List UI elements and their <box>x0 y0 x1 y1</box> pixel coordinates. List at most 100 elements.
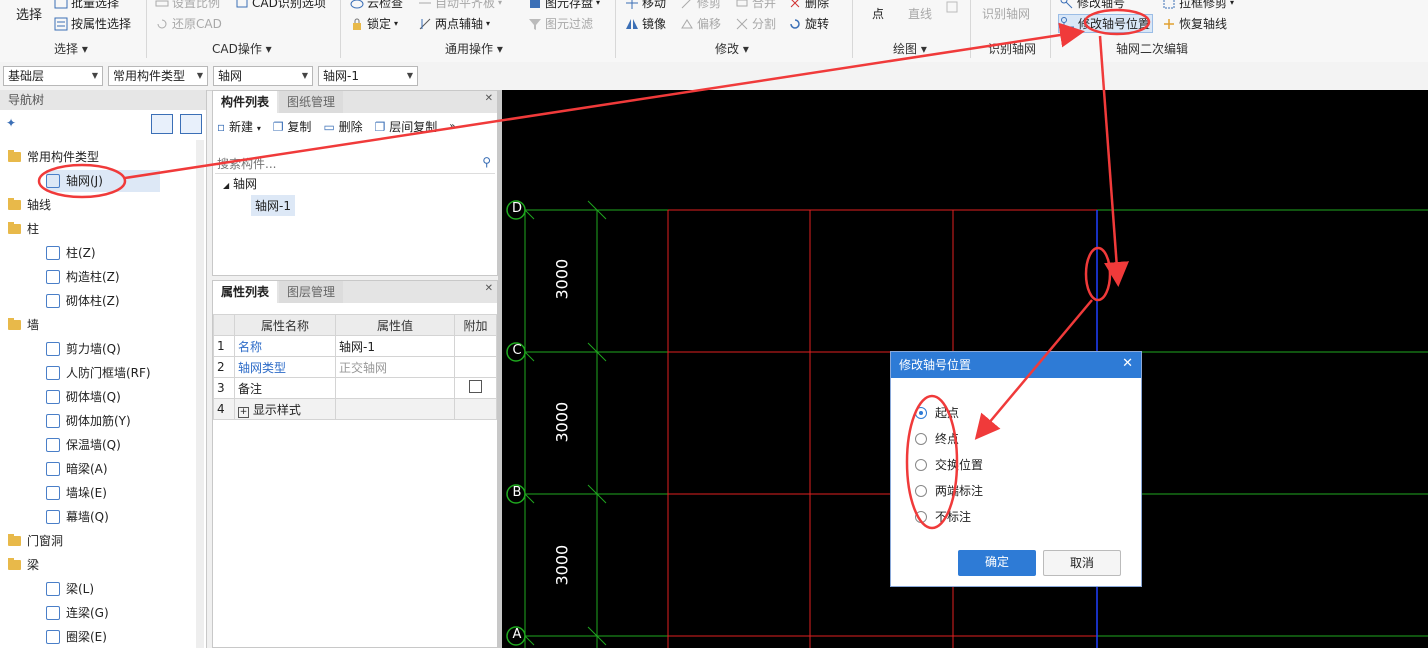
delete-button[interactable]: 删除 <box>788 0 829 11</box>
nav-scrollbar[interactable] <box>196 140 204 648</box>
list-view-icon[interactable] <box>151 114 173 134</box>
floor-copy-button[interactable]: ❐ 层间复制 <box>375 118 438 135</box>
detail-view-icon[interactable] <box>180 114 202 134</box>
radio-button[interactable] <box>915 406 927 419</box>
restore-axis-button[interactable]: 恢复轴线 <box>1162 15 1227 32</box>
expand-icon[interactable]: + <box>238 406 249 418</box>
axis-label-B[interactable]: B <box>509 485 525 500</box>
radio-button[interactable] <box>915 510 927 523</box>
component-select[interactable]: 轴网 ▼ <box>213 66 313 86</box>
more-icon[interactable]: » <box>449 121 455 132</box>
tree-child[interactable]: 轴网-1 <box>251 195 295 216</box>
nav-item[interactable]: 梁(L) <box>46 578 94 600</box>
cloud-check-button[interactable]: 云检查 <box>350 0 403 11</box>
property-value[interactable]: 轴网-1 <box>335 335 455 357</box>
cad-options-button[interactable]: CAD识别选项 <box>235 0 326 11</box>
nav-folder[interactable]: 墙 <box>8 314 39 336</box>
attr-select-button[interactable]: 按属性选择 <box>54 15 131 32</box>
nav-folder[interactable]: 梁 <box>8 554 39 576</box>
nav-item[interactable]: 砌体墙(Q) <box>46 386 121 408</box>
triangle-down-icon: ◢ <box>223 181 230 190</box>
nav-item[interactable]: 砌体柱(Z) <box>46 290 120 312</box>
close-icon[interactable]: ✕ <box>1122 356 1133 371</box>
nav-item[interactable]: 人防门框墙(RF) <box>46 362 151 384</box>
rotate-button[interactable]: 旋转 <box>788 15 829 32</box>
nav-folder[interactable]: 门窗洞 <box>8 530 63 552</box>
nav-item[interactable]: 暗梁(A) <box>46 458 108 480</box>
nav-item[interactable]: 砌体加筋(Y) <box>46 410 131 432</box>
trim-button[interactable]: 修剪 <box>680 0 721 11</box>
modify-axis-no-button[interactable]: 修改轴号 <box>1060 0 1125 11</box>
radio-button[interactable] <box>915 484 927 497</box>
pin-icon[interactable]: ✦ <box>6 116 16 130</box>
nav-item[interactable]: 连梁(G) <box>46 602 109 624</box>
radio-option[interactable]: 不标注 <box>915 508 971 525</box>
lock-button[interactable]: 锁定 ▾ <box>350 15 398 32</box>
nav-item[interactable]: 圈梁(E) <box>46 626 107 648</box>
batch-select-button[interactable]: 批量选择 <box>54 0 119 11</box>
table-row[interactable]: 2 轴网类型 正交轴网 <box>213 356 497 378</box>
component-icon <box>46 270 60 284</box>
recognize-axis-button[interactable]: 识别轴网 <box>982 5 1030 22</box>
copy-button[interactable]: ❐ 复制 <box>273 118 312 135</box>
two-point-aux-button[interactable]: 两点辅轴 ▾ <box>418 15 490 32</box>
select-button[interactable]: 选择 <box>16 4 42 23</box>
axis-label-A[interactable]: A <box>509 627 525 642</box>
tab-drawing-manage[interactable]: 图纸管理 <box>279 91 344 113</box>
element-save-button[interactable]: 图元存盘 ▾ <box>528 0 600 11</box>
nav-folder[interactable]: 轴线 <box>8 194 51 216</box>
nav-item[interactable]: 构造柱(Z) <box>46 266 120 288</box>
move-button[interactable]: 移动 <box>625 0 666 11</box>
tab-component-list[interactable]: 构件列表 <box>213 91 278 113</box>
box-trim-button[interactable]: 拉框修剪 ▾ <box>1162 0 1234 11</box>
radio-option[interactable]: 终点 <box>915 430 959 447</box>
radio-button[interactable] <box>915 432 927 445</box>
tab-property-list[interactable]: 属性列表 <box>213 281 278 303</box>
radio-option[interactable]: 起点 <box>915 404 959 421</box>
table-row[interactable]: 3 备注 <box>213 377 497 399</box>
set-ratio-button[interactable]: 设置比例 <box>155 0 220 11</box>
mirror-button[interactable]: 镜像 <box>625 15 666 32</box>
radio-option[interactable]: 交换位置 <box>915 456 983 473</box>
tab-layer-manage[interactable]: 图层管理 <box>279 281 344 303</box>
ok-button[interactable]: 确定 <box>958 550 1036 576</box>
nav-item[interactable]: 保温墙(Q) <box>46 434 121 456</box>
table-row[interactable]: 4 + 显示样式 <box>213 398 497 420</box>
nav-folder[interactable]: 柱 <box>8 218 39 240</box>
nav-item[interactable]: 剪力墙(Q) <box>46 338 121 360</box>
search-icon[interactable]: ⚲ <box>482 155 491 169</box>
nav-item[interactable]: 轴网(J) <box>46 170 160 192</box>
radio-button[interactable] <box>915 458 927 471</box>
radio-option[interactable]: 两端标注 <box>915 482 983 499</box>
close-icon[interactable]: ✕ <box>485 283 493 294</box>
search-input[interactable] <box>215 155 469 173</box>
draw-rect-button[interactable] <box>945 0 959 14</box>
merge-button[interactable]: 合并 <box>735 0 776 11</box>
draw-line-button[interactable]: 直线 <box>908 5 932 22</box>
tree-root[interactable]: ◢ 轴网 <box>223 175 257 192</box>
nav-folder[interactable]: 常用构件类型 <box>8 146 99 168</box>
delete-component-button[interactable]: ▭ 删除 <box>323 118 362 135</box>
component-type-select[interactable]: 常用构件类型 ▼ <box>108 66 208 86</box>
axis-label-C[interactable]: C <box>509 343 525 358</box>
nav-item[interactable]: 柱(Z) <box>46 242 96 264</box>
offset-button[interactable]: 偏移 <box>680 15 721 32</box>
instance-select[interactable]: 轴网-1 ▼ <box>318 66 418 86</box>
checkbox[interactable] <box>469 380 482 393</box>
modify-axis-pos-button[interactable]: 修改轴号位置 <box>1058 14 1154 33</box>
table-row[interactable]: 1 名称 轴网-1 <box>213 335 497 357</box>
element-filter-button[interactable]: 图元过滤 <box>528 15 593 32</box>
split-button[interactable]: 分割 <box>735 15 776 32</box>
restore-cad-button[interactable]: 还原CAD <box>155 15 222 32</box>
floor-select[interactable]: 基础层 ▼ <box>3 66 103 86</box>
close-icon[interactable]: ✕ <box>485 93 493 104</box>
cancel-button[interactable]: 取消 <box>1043 550 1121 576</box>
component-icon <box>46 390 60 404</box>
nav-item[interactable]: 墙垛(E) <box>46 482 107 504</box>
property-value[interactable] <box>335 377 455 399</box>
new-button[interactable]: ▫ 新建 ▾ <box>217 118 261 135</box>
auto-level-button[interactable]: 自动平齐板 ▾ <box>418 0 502 11</box>
nav-item[interactable]: 幕墙(Q) <box>46 506 109 528</box>
axis-label-D[interactable]: D <box>509 201 525 216</box>
draw-point-button[interactable]: 点 <box>872 5 884 22</box>
